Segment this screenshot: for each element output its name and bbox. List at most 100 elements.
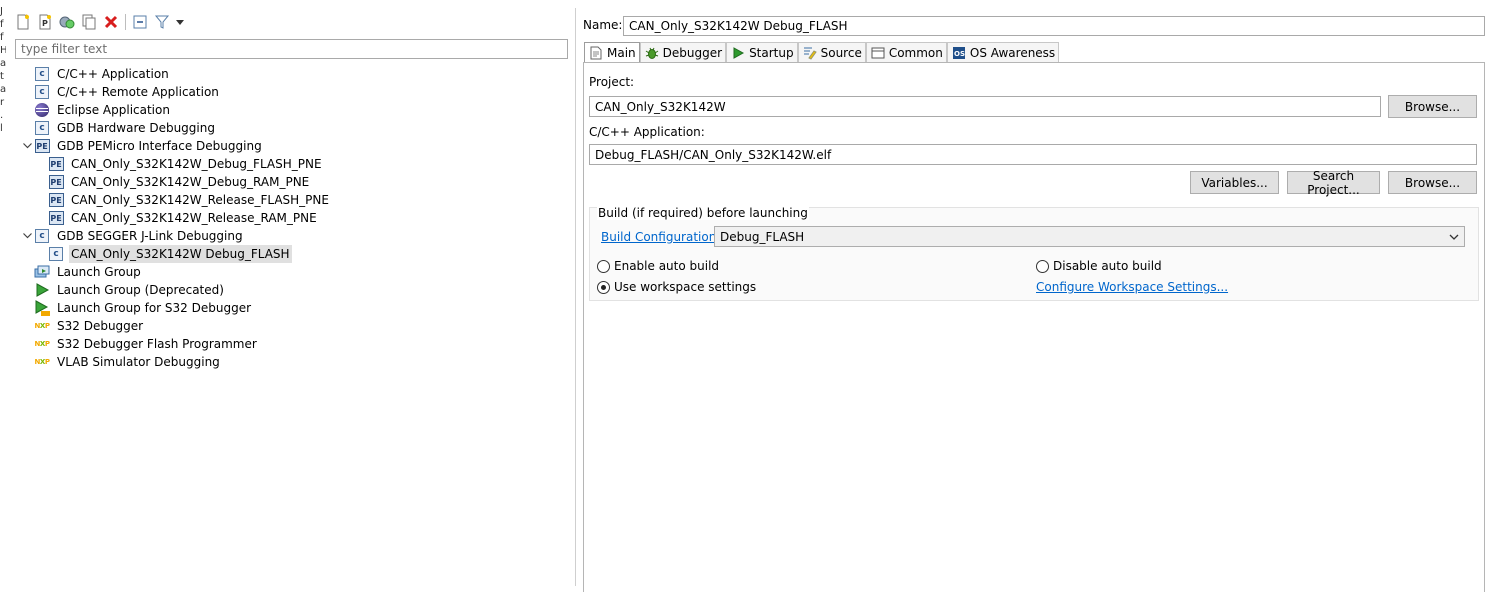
name-input[interactable] <box>623 16 1485 36</box>
tab-main[interactable]: Main <box>584 42 640 63</box>
tree-item[interactable]: PE GDB PEMicro Interface Debugging <box>20 137 264 155</box>
build-configuration-link[interactable]: Build Configuration: <box>601 230 720 244</box>
debugger-bug-icon <box>645 46 659 60</box>
tree-item[interactable]: PE CAN_Only_S32K142W_Release_RAM_PNE <box>48 209 319 227</box>
tree-item[interactable]: Launch Group <box>20 263 143 281</box>
new-config-button[interactable] <box>12 12 34 32</box>
tree-item[interactable]: Launch Group (Deprecated) <box>20 281 226 299</box>
chevron-down-icon[interactable] <box>20 137 34 155</box>
delete-config-button[interactable] <box>100 12 122 32</box>
tab-os-awareness[interactable]: OS OS Awareness <box>946 42 1060 62</box>
c-icon: c <box>48 246 64 262</box>
filter-input[interactable] <box>15 39 568 59</box>
tree-item-label: VLAB Simulator Debugging <box>57 355 220 369</box>
tree-item[interactable]: c C/C++ Application <box>20 65 171 83</box>
main-tab-body: Project: Browse... C/C++ Application: Va… <box>583 62 1485 592</box>
edge-fragment-char: a <box>0 58 6 69</box>
tree-item[interactable]: Launch Group for S32 Debugger <box>20 299 253 317</box>
svg-text:OS: OS <box>954 50 965 58</box>
chevron-down-icon[interactable] <box>20 227 34 245</box>
app-browse-button[interactable]: Browse... <box>1388 171 1477 194</box>
edge-fragment-char: f <box>0 32 4 43</box>
tab-common[interactable]: Common <box>865 42 947 62</box>
configure-workspace-settings-link[interactable]: Configure Workspace Settings... <box>1036 280 1228 294</box>
nxp-icon: NXP <box>34 322 50 330</box>
tab-startup[interactable]: Startup <box>726 42 798 62</box>
enable-auto-build-label: Enable auto build <box>614 259 720 273</box>
startup-play-icon <box>731 46 745 60</box>
tree-item-label: CAN_Only_S32K142W Debug_FLASH <box>69 245 292 263</box>
c-icon: c <box>34 120 50 136</box>
use-workspace-settings-radio[interactable]: Use workspace settings <box>597 280 756 294</box>
tree-item-label: Eclipse Application <box>57 103 170 117</box>
c-icon: c <box>34 84 50 100</box>
tree-item[interactable]: NXP S32 Debugger Flash Programmer <box>20 335 259 353</box>
new-config-icon <box>17 14 29 30</box>
toolbar-separator <box>125 14 126 30</box>
edge-fragment-char: a <box>0 84 6 95</box>
tab-label: Common <box>888 45 943 60</box>
pemicro-icon: PE <box>48 156 64 172</box>
variables-button[interactable]: Variables... <box>1190 171 1279 194</box>
delete-icon <box>104 15 118 29</box>
launch-config-toolbar: P <box>12 11 187 33</box>
collapse-all-icon <box>133 15 147 29</box>
tree-item[interactable]: c GDB SEGGER J-Link Debugging <box>20 227 245 245</box>
project-label: Project: <box>589 75 635 89</box>
chevron-down-icon <box>1449 234 1459 240</box>
launch-s32-icon <box>34 300 50 316</box>
launch-group-icon <box>34 264 50 280</box>
chevron-down-icon <box>176 20 184 25</box>
export-config-icon <box>59 16 75 29</box>
tree-item-label: C/C++ Remote Application <box>57 85 219 99</box>
tab-debugger[interactable]: Debugger <box>639 42 727 62</box>
c-icon: c <box>34 66 50 82</box>
pemicro-icon: PE <box>34 138 50 154</box>
duplicate-config-button[interactable] <box>78 12 100 32</box>
left-edge-fragment: JffHatar.l <box>0 0 6 586</box>
project-browse-button[interactable]: Browse... <box>1388 95 1477 118</box>
filter-icon <box>154 15 170 29</box>
export-config-button[interactable] <box>56 12 78 32</box>
tree-item[interactable]: NXP S32 Debugger <box>20 317 145 335</box>
new-prototype-button[interactable]: P <box>34 12 56 32</box>
radio-indicator-selected <box>597 280 610 294</box>
filter-button[interactable] <box>151 12 173 32</box>
tab-source[interactable]: Source <box>797 42 866 62</box>
edge-fragment-char: l <box>0 123 3 134</box>
app-label: C/C++ Application: <box>589 125 705 139</box>
tree-item[interactable]: c C/C++ Remote Application <box>20 83 221 101</box>
new-prototype-icon: P <box>39 14 51 30</box>
tree-item-label: GDB PEMicro Interface Debugging <box>57 139 262 153</box>
tree-item[interactable]: PE CAN_Only_S32K142W_Release_FLASH_PNE <box>48 191 331 209</box>
tab-label: Source <box>820 45 862 60</box>
config-tabs: Main Debugger Startup Source Common OS OS Awar… <box>584 42 1060 63</box>
source-icon <box>803 46 817 60</box>
tree-item-label: CAN_Only_S32K142W_Release_RAM_PNE <box>71 211 317 225</box>
view-menu-button[interactable] <box>173 12 187 32</box>
project-input[interactable] <box>589 96 1381 117</box>
tree-item[interactable]: NXP VLAB Simulator Debugging <box>20 353 222 371</box>
build-configuration-select[interactable]: Debug_FLASH <box>714 226 1465 247</box>
edge-fragment-char: r <box>0 97 5 108</box>
tree-item-label: C/C++ Application <box>57 67 169 81</box>
tree-item[interactable]: c CAN_Only_S32K142W Debug_FLASH <box>48 245 292 263</box>
c-icon: c <box>34 228 50 244</box>
search-project-button[interactable]: Search Project... <box>1287 169 1380 197</box>
tab-label: OS Awareness <box>969 45 1056 60</box>
disable-auto-build-radio[interactable]: Disable auto build <box>1036 259 1162 273</box>
app-input[interactable] <box>589 144 1477 165</box>
tree-item[interactable]: PE CAN_Only_S32K142W_Debug_FLASH_PNE <box>48 155 324 173</box>
tree-item[interactable]: c GDB Hardware Debugging <box>20 119 217 137</box>
tree-item[interactable]: Eclipse Application <box>20 101 172 119</box>
edge-fragment-char: f <box>0 19 4 30</box>
enable-auto-build-radio[interactable]: Enable auto build <box>597 259 719 273</box>
tree-item-label: GDB SEGGER J-Link Debugging <box>57 229 243 243</box>
collapse-all-button[interactable] <box>129 12 151 32</box>
tree-item[interactable]: PE CAN_Only_S32K142W_Debug_RAM_PNE <box>48 173 311 191</box>
